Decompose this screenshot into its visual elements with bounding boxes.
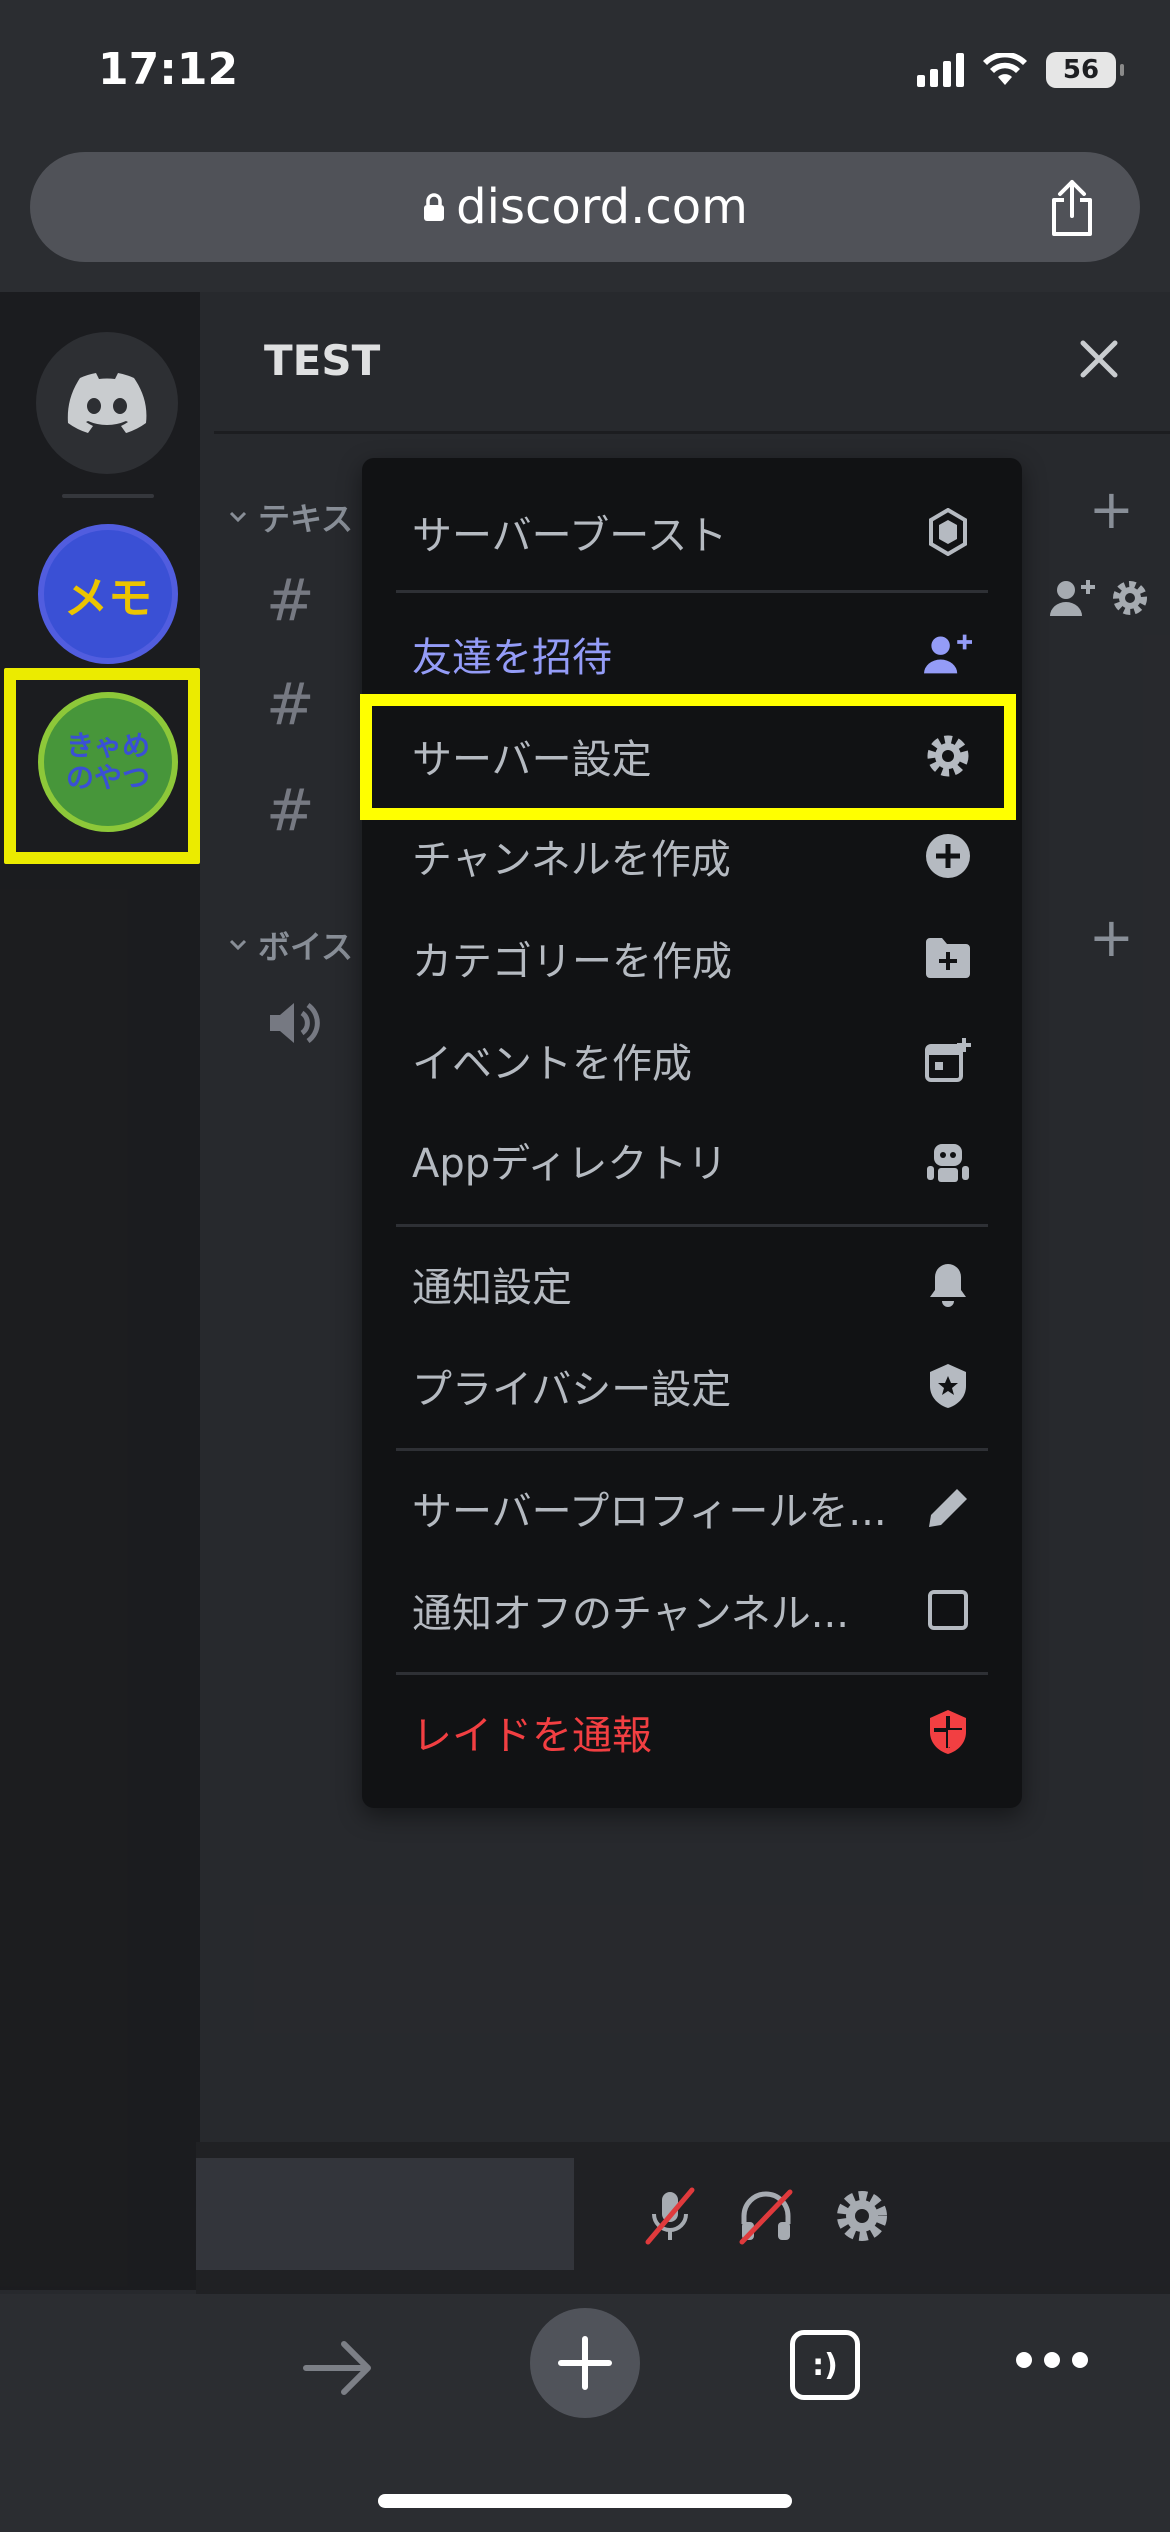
add-member-icon: [924, 630, 972, 678]
menu-item-app-directory[interactable]: Appディレクトリ: [412, 1120, 972, 1200]
menu-separator: [396, 1672, 988, 1675]
menu-item-label: イベントを作成: [412, 1041, 692, 1087]
discord-logo-icon: [67, 373, 147, 433]
menu-item-invite[interactable]: 友達を招待: [412, 614, 972, 694]
category-voice[interactable]: ボイス: [228, 922, 353, 968]
menu-item-label: カテゴリーを作成: [412, 939, 732, 985]
mic-muted-icon[interactable]: [640, 2186, 700, 2246]
forward-arrow-icon[interactable]: [300, 2338, 376, 2398]
wifi-icon: [983, 53, 1027, 85]
server-context-menu: サーバーブースト 友達を招待 サーバー設定 チャンネルを作成 カテゴリーを作成 …: [362, 458, 1022, 1808]
server-rail: メモ きゃめ のやつ: [0, 292, 200, 2290]
menu-item-privacy-settings[interactable]: プライバシー設定: [412, 1346, 972, 1426]
tabs-button[interactable]: :): [790, 2330, 860, 2400]
shield-danger-icon: [924, 1708, 972, 1756]
checkbox-icon: [924, 1586, 972, 1634]
add-member-icon[interactable]: [1050, 578, 1096, 618]
pencil-icon: [924, 1484, 972, 1532]
chevron-down-icon: [229, 511, 247, 523]
close-icon[interactable]: [1078, 338, 1120, 380]
channel-hash-2[interactable]: #: [266, 670, 315, 738]
menu-item-hide-muted-channels[interactable]: 通知オフのチャンネル...: [412, 1570, 972, 1650]
cellular-signal-icon: [917, 53, 964, 87]
menu-item-report-raid[interactable]: レイドを通報: [412, 1692, 972, 1772]
bell-icon: [924, 1260, 972, 1308]
share-icon[interactable]: [1044, 178, 1100, 238]
menu-item-server-boost[interactable]: サーバーブースト: [412, 492, 972, 572]
user-bar: [196, 2142, 1170, 2294]
deafen-muted-icon[interactable]: [736, 2186, 796, 2246]
gear-icon[interactable]: [1110, 578, 1150, 618]
menu-item-label: 通知オフのチャンネル...: [412, 1591, 849, 1637]
menu-item-create-category[interactable]: カテゴリーを作成: [412, 918, 972, 998]
add-channel-plus-icon[interactable]: +: [1089, 478, 1134, 541]
robot-icon: [924, 1136, 972, 1184]
status-icons: 56: [917, 52, 1124, 88]
menu-item-label: 友達を招待: [412, 635, 612, 681]
channel-actions: [1050, 578, 1150, 618]
menu-item-label: Appディレクトリ: [412, 1141, 728, 1187]
user-info-area[interactable]: [196, 2158, 574, 2270]
menu-separator: [396, 590, 988, 593]
highlight-box-server-settings: [360, 694, 1016, 820]
menu-item-label: プライバシー設定: [412, 1367, 732, 1413]
menu-item-edit-server-profile[interactable]: サーバープロフィールを...: [412, 1468, 972, 1548]
status-time: 17:12: [98, 44, 239, 95]
menu-item-create-event[interactable]: イベントを作成: [412, 1020, 972, 1100]
rail-separator: [62, 494, 154, 498]
add-voice-plus-icon[interactable]: +: [1089, 906, 1134, 969]
new-tab-button[interactable]: [530, 2308, 640, 2418]
lock-icon: [424, 193, 445, 221]
more-icon[interactable]: [1016, 2352, 1088, 2368]
user-settings-gear-icon[interactable]: [832, 2186, 892, 2246]
server-memo[interactable]: メモ: [38, 524, 178, 664]
url-text: discord.com: [456, 179, 748, 235]
menu-item-label: サーバープロフィールを...: [412, 1489, 887, 1535]
browser-chrome: 17:12 56 discord.com: [0, 0, 1170, 290]
calendar-plus-icon: [924, 1036, 972, 1084]
category-text-label: テキス: [258, 500, 354, 538]
menu-separator: [396, 1448, 988, 1451]
menu-item-create-channel[interactable]: チャンネルを作成: [412, 816, 972, 896]
menu-item-label: チャンネルを作成: [412, 837, 731, 883]
category-voice-label: ボイス: [258, 928, 354, 966]
discord-home-button[interactable]: [36, 332, 178, 474]
chevron-down-icon: [229, 939, 247, 951]
channel-hash-3[interactable]: #: [266, 776, 315, 844]
server-memo-label: メモ: [64, 573, 152, 624]
server-title[interactable]: TEST: [264, 336, 380, 385]
panel-header: TEST: [214, 292, 1170, 434]
menu-item-label: サーバーブースト: [412, 513, 728, 559]
speaker-icon[interactable]: [266, 998, 322, 1048]
menu-item-label: レイドを通報: [412, 1713, 652, 1759]
home-indicator: [378, 2494, 792, 2508]
menu-item-label: 通知設定: [412, 1265, 572, 1311]
category-text[interactable]: テキス: [228, 494, 353, 540]
plus-circle-icon: [924, 832, 972, 880]
shield-star-icon: [924, 1362, 972, 1410]
menu-separator: [396, 1224, 988, 1227]
menu-item-notification-settings[interactable]: 通知設定: [412, 1244, 972, 1324]
plus-icon: [558, 2336, 612, 2390]
folder-plus-icon: [924, 934, 972, 982]
channel-hash-1[interactable]: #: [266, 566, 315, 634]
battery-indicator: 56: [1046, 52, 1124, 88]
highlight-box-server: [4, 668, 200, 864]
boost-icon: [924, 508, 972, 556]
address-bar[interactable]: discord.com: [30, 152, 1140, 262]
